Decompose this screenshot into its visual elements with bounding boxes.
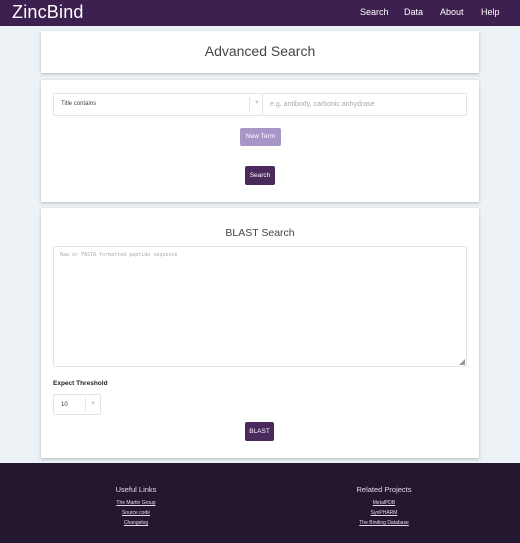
new-term-button[interactable]: New Term — [240, 128, 281, 146]
chevron-down-icon: ▼ — [254, 100, 260, 106]
nav-search[interactable]: Search — [360, 7, 389, 17]
blast-title: BLAST Search — [225, 227, 295, 239]
sequence-textarea[interactable]: Raw or FASTA formatted peptide sequence — [53, 246, 467, 367]
search-button[interactable]: Search — [245, 166, 275, 185]
useful-links-title: Useful Links — [115, 485, 157, 494]
nav-data[interactable]: Data — [404, 7, 423, 17]
expect-threshold-label: Expect Threshold — [53, 380, 108, 387]
related-projects-title: Related Projects — [356, 485, 412, 494]
advanced-search-title-card: Advanced Search — [41, 31, 479, 73]
select-divider — [249, 97, 250, 112]
field-select-value: Title contains — [61, 101, 97, 107]
link-synpharm[interactable]: SynPHARM — [284, 510, 484, 516]
nav-about[interactable]: About — [440, 7, 464, 17]
expect-threshold-select[interactable]: 10 ▼ — [53, 394, 101, 415]
nav-help[interactable]: Help — [481, 7, 500, 17]
select-divider — [85, 398, 86, 411]
link-martin-group[interactable]: The Martin Group — [36, 500, 236, 506]
search-term-placeholder: e.g. antibody, carbonic anhydrase — [270, 101, 375, 108]
sequence-placeholder: Raw or FASTA formatted peptide sequence — [60, 252, 178, 258]
expect-threshold-value: 10 — [61, 402, 68, 408]
footer: Useful Links The Martin Group Source cod… — [0, 463, 520, 543]
brand-logo[interactable]: ZincBind — [12, 2, 84, 23]
field-select[interactable]: Title contains ▼ — [53, 93, 263, 116]
link-source-code[interactable]: Source code — [36, 510, 236, 516]
top-navbar: ZincBind Search Data About Help — [0, 0, 520, 26]
link-binding-database[interactable]: The Binding Database — [284, 520, 484, 526]
link-metalpdb[interactable]: MetalPDB — [284, 500, 484, 506]
blast-button[interactable]: BLAST — [245, 422, 274, 441]
link-changelog[interactable]: Changelog — [36, 520, 236, 526]
search-term-input[interactable]: e.g. antibody, carbonic anhydrase — [263, 93, 467, 116]
resize-handle-icon[interactable] — [459, 359, 465, 365]
blast-search-card: BLAST Search Raw or FASTA formatted pept… — [41, 208, 479, 458]
advanced-search-form-card: Title contains ▼ e.g. antibody, carbonic… — [41, 80, 479, 202]
chevron-down-icon: ▼ — [90, 401, 96, 407]
page-title: Advanced Search — [204, 43, 316, 59]
